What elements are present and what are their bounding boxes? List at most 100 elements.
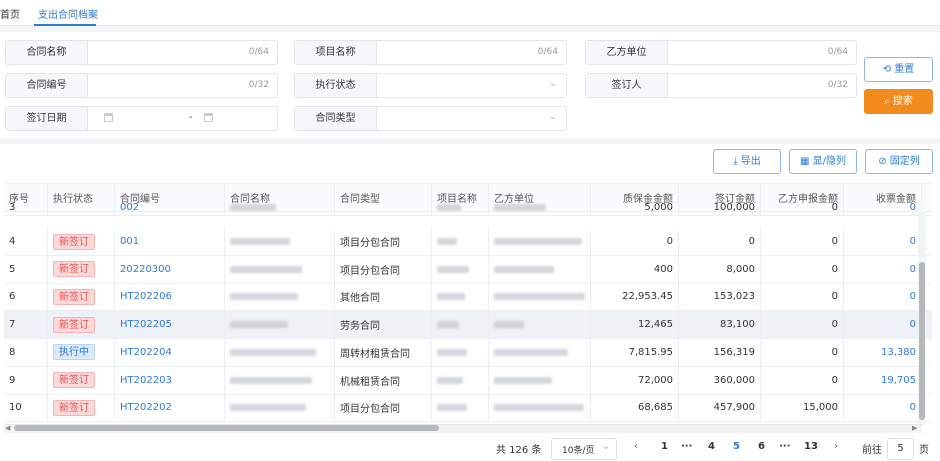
horizontal-scrollbar-thumb[interactable] [14, 425, 439, 431]
invoice-amount-link[interactable]: 0 [910, 291, 916, 302]
cell-status: 执行中 [48, 338, 115, 366]
tab-expense-contract-archive[interactable]: 支出合同档案 [38, 6, 98, 21]
cell-value: 项目分包合同 [340, 238, 400, 249]
table-row[interactable]: 9 新签订 HT202203 机械租赁合同 72,000 360,000 0 19,705 [4, 366, 932, 395]
page-size-select[interactable]: 10条/页 ⌄ [551, 438, 617, 460]
redacted-text [494, 321, 524, 329]
redacted-text [437, 404, 467, 412]
page-1-button[interactable]: 1 [661, 441, 668, 452]
cell-type: 其他合同 [335, 283, 432, 311]
exec-status-select[interactable]: 执行状态 ⌄ [294, 73, 567, 98]
cell-value: 15,000 [803, 402, 838, 414]
contract-code-link[interactable]: 20220300 [120, 264, 171, 275]
cell-value: 72,000 [638, 374, 673, 386]
toggle-columns-button[interactable]: ▦ 显/隐列 [789, 149, 857, 174]
vertical-scrollbar-thumb[interactable] [919, 262, 925, 420]
invoice-amount-link[interactable]: 0 [910, 264, 916, 275]
redacted-text [230, 238, 290, 245]
cell-value: 8 [9, 346, 16, 358]
redacted-text [494, 376, 552, 384]
cell-invoice: 0 [844, 200, 922, 215]
cell-name [225, 366, 335, 394]
status-badge: 新签订 [53, 399, 95, 416]
invoice-amount-link[interactable]: 19,705 [881, 375, 916, 386]
status-badge: 新签订 [53, 316, 95, 333]
invoice-amount-link[interactable]: 0 [910, 202, 916, 213]
page-ellipsis-next[interactable]: ··· [779, 441, 790, 452]
contract-code-link[interactable]: HT202202 [120, 402, 172, 413]
cell-value: 68,685 [638, 402, 673, 414]
invoice-amount-link[interactable]: 0 [910, 236, 916, 247]
char-counter: 0/64 [248, 47, 269, 57]
redacted-text [437, 321, 459, 329]
cell-value: 12,465 [638, 319, 673, 331]
cell-status: 新签订 [48, 228, 115, 255]
contract-no-field[interactable]: 合同编号 0/32 [5, 73, 278, 98]
table-row[interactable]: 6 新签订 HT202206 其他合同 22,953.45 153,023 0 0 [4, 283, 932, 312]
page-13-button[interactable]: 13 [804, 441, 818, 452]
chevron-down-icon: ⌄ [548, 78, 557, 89]
goto-page-input[interactable]: 5 [887, 438, 914, 460]
contract-name-field[interactable]: 合同名称 0/64 [5, 40, 278, 65]
cell-invoice: 0 [844, 228, 922, 255]
reset-icon: ⟲ [882, 64, 892, 75]
cell-project [432, 394, 489, 422]
redacted-text [230, 321, 288, 329]
redacted-text [230, 376, 312, 384]
export-button[interactable]: ⤓ 导出 [713, 149, 781, 174]
sign-date-label: 签订日期 [6, 107, 88, 130]
table-row[interactable]: 10 新签订 HT202202 项目分包合同 68,685 457,900 15,000 0 [4, 394, 932, 423]
table-row[interactable]: 3 002 5,000 100,000 0 0 [4, 200, 932, 216]
cell-value: 83,100 [720, 319, 755, 331]
page-ellipsis-prev[interactable]: ··· [681, 441, 692, 452]
invoice-amount-link[interactable]: 13,380 [881, 347, 916, 358]
page-6-button[interactable]: 6 [758, 441, 765, 452]
redacted-text [437, 265, 469, 273]
page-5-button[interactable]: 5 [733, 441, 740, 452]
table-row[interactable]: 8 执行中 HT202204 周转材租赁合同 7,815.95 156,319 0 13,38… [4, 338, 932, 367]
goto-suffix: 页 [919, 445, 929, 456]
cell-status: 新签订 [48, 311, 115, 339]
contract-code-link[interactable]: HT202205 [120, 319, 172, 330]
cell-name [225, 394, 335, 422]
cell-type: 项目分包合同 [335, 255, 432, 283]
cell-type: 项目分包合同 [335, 394, 432, 422]
cell-value: 0 [831, 202, 838, 213]
contract-code-link[interactable]: HT202203 [120, 375, 172, 386]
contract-code-link[interactable]: HT202206 [120, 291, 172, 302]
contract-code-link[interactable]: HT202204 [120, 347, 172, 358]
reset-button[interactable]: ⟲ 重置 [864, 57, 933, 82]
invoice-amount-link[interactable]: 0 [910, 319, 916, 330]
search-button[interactable]: ⌕ 搜索 [864, 89, 933, 114]
scroll-left-icon[interactable]: ◀ [5, 424, 10, 432]
contract-type-select[interactable]: 合同类型 ⌄ [294, 106, 567, 131]
next-page-button[interactable]: › [834, 441, 838, 452]
table-row[interactable]: 4 新签订 001 项目分包合同 0 0 0 0 [4, 228, 932, 256]
redacted-text [437, 204, 461, 211]
chevron-down-icon: ⌄ [601, 441, 610, 452]
prev-page-button[interactable]: ‹ [634, 441, 638, 452]
scroll-right-icon[interactable]: ▶ [912, 424, 917, 432]
signer-field[interactable]: 签订人 0/32 [585, 73, 857, 98]
cell-status: 新签订 [48, 283, 115, 311]
status-badge: 新签订 [53, 372, 95, 388]
pin-columns-button[interactable]: ⊘ 固定列 [865, 149, 933, 174]
table-row[interactable]: 5 新签订 20220300 项目分包合同 400 8,000 0 0 [4, 255, 932, 284]
status-badge: 执行中 [53, 344, 95, 361]
cell-warranty: 68,685 [591, 394, 679, 422]
tab-home[interactable]: 首页 [0, 6, 20, 21]
contract-code-link[interactable]: 001 [120, 236, 139, 247]
invoice-amount-link[interactable]: 0 [910, 402, 916, 413]
cell-value: 156,319 [713, 346, 755, 358]
cell-partyb [489, 228, 591, 255]
project-name-field[interactable]: 项目名称 0/64 [294, 40, 567, 65]
cell-signed: 8,000 [679, 255, 761, 283]
cell-signed: 83,100 [679, 311, 761, 339]
cell-partyb [489, 200, 591, 215]
contract-code-link[interactable]: 002 [120, 202, 139, 213]
page-4-button[interactable]: 4 [708, 441, 715, 452]
table-row[interactable]: 7 新签订 HT202205 劳务合同 12,465 83,100 0 0 [4, 311, 932, 340]
cell-name [225, 255, 335, 283]
party-b-field[interactable]: 乙方单位 0/64 [585, 40, 857, 65]
sign-date-range[interactable]: 签订日期 - [5, 106, 278, 131]
